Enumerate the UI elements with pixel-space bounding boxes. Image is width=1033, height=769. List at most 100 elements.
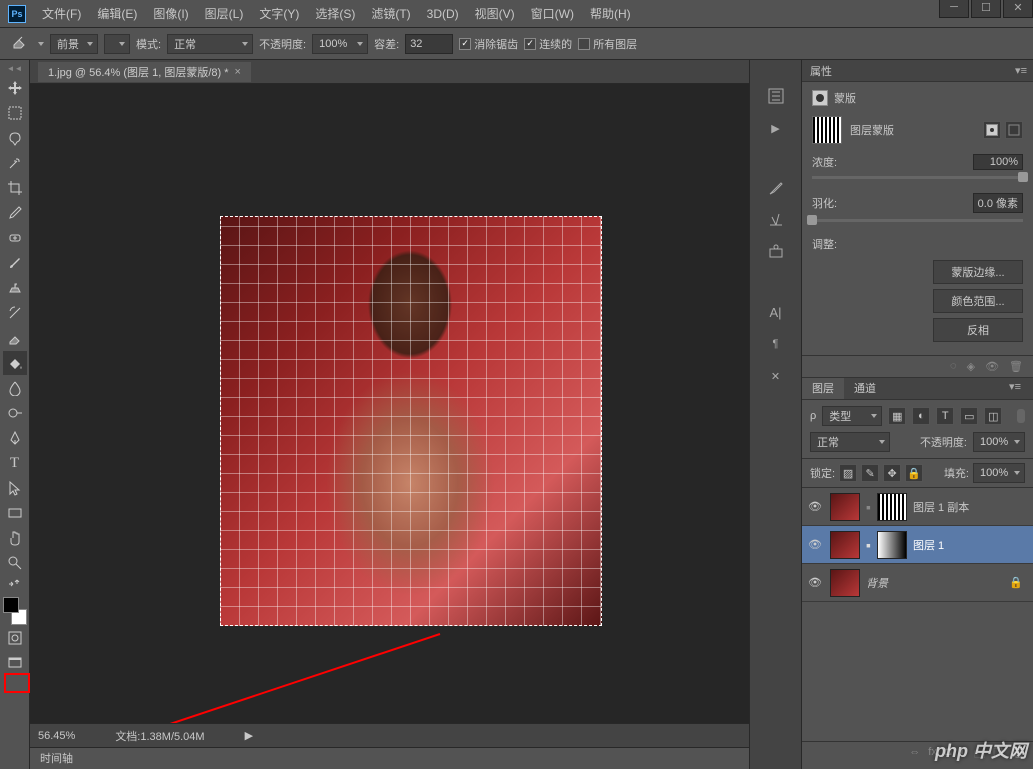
healing-brush-tool[interactable] <box>3 226 27 250</box>
mask-edge-button[interactable]: 蒙版边缘... <box>933 260 1023 284</box>
all-layers-checkbox[interactable]: 所有图层 <box>578 36 637 52</box>
menu-view[interactable]: 视图(V) <box>467 1 523 26</box>
apply-mask-icon[interactable]: ◈ <box>967 360 975 373</box>
panel-menu-icon[interactable]: ▾≡ <box>1015 64 1027 77</box>
type-tool[interactable]: T <box>3 451 27 475</box>
zoom-level[interactable]: 56.45% <box>38 730 75 742</box>
menu-type[interactable]: 文字(Y) <box>251 1 307 26</box>
layers-panel-menu-icon[interactable]: ▾≡ <box>1003 378 1027 395</box>
layer-mask-thumbnail[interactable] <box>877 493 907 521</box>
pen-tool[interactable] <box>3 426 27 450</box>
status-arrow-icon[interactable]: ▶ <box>245 729 253 742</box>
layer-item-copy[interactable]: 👁 ▪ 图层 1 副本 <box>802 488 1033 526</box>
feather-value[interactable]: 0.0 像素 <box>973 193 1023 213</box>
density-slider[interactable] <box>812 176 1023 179</box>
fill-input[interactable]: 100% <box>973 463 1025 483</box>
move-tool[interactable] <box>3 76 27 100</box>
lock-position-icon[interactable]: ✥ <box>883 464 901 482</box>
layer-thumbnail[interactable] <box>830 569 860 597</box>
contiguous-checkbox[interactable]: ✓连续的 <box>524 36 572 52</box>
character-panel-icon[interactable]: A| <box>764 300 788 324</box>
load-selection-icon[interactable]: ◌ <box>950 360 957 373</box>
menu-filter[interactable]: 滤镜(T) <box>363 1 418 26</box>
vector-mask-button[interactable] <box>1005 121 1023 139</box>
swap-colors-icon[interactable] <box>3 576 27 592</box>
foreground-color[interactable] <box>3 597 19 613</box>
lock-transparent-icon[interactable]: ▨ <box>839 464 857 482</box>
menu-window[interactable]: 窗口(W) <box>523 1 582 26</box>
menu-file[interactable]: 文件(F) <box>34 1 89 26</box>
magic-wand-tool[interactable] <box>3 151 27 175</box>
timeline-panel-tab[interactable]: 时间轴 <box>30 747 749 769</box>
properties-panel-header[interactable]: 属性 ▾≡ <box>802 60 1033 82</box>
delete-mask-icon[interactable]: 🗑 <box>1009 360 1023 373</box>
opacity-input[interactable]: 100% <box>312 34 368 54</box>
close-document-icon[interactable]: × <box>235 66 241 78</box>
layer-filter-select[interactable]: 类型 <box>822 406 882 426</box>
zoom-tool[interactable] <box>3 551 27 575</box>
clone-source-icon[interactable] <box>764 240 788 264</box>
document-tab[interactable]: 1.jpg @ 56.4% (图层 1, 图层蒙版/8) * × <box>38 62 251 82</box>
blur-tool[interactable] <box>3 376 27 400</box>
current-tool-icon[interactable] <box>8 32 32 56</box>
quick-mask-toggle[interactable] <box>3 626 27 650</box>
tab-layers[interactable]: 图层 <box>802 378 844 399</box>
layer-blend-select[interactable]: 正常 <box>810 432 890 452</box>
marquee-tool[interactable] <box>3 101 27 125</box>
layer-thumbnail[interactable] <box>830 493 860 521</box>
blend-mode-select[interactable]: 正常 <box>167 34 253 54</box>
rectangle-tool[interactable] <box>3 501 27 525</box>
layer-name[interactable]: 背景 <box>866 575 888 591</box>
layer-item-bg[interactable]: 👁 背景 🔒 <box>802 564 1033 602</box>
close-button[interactable]: ✕ <box>1003 0 1033 18</box>
lasso-tool[interactable] <box>3 126 27 150</box>
maximize-button[interactable]: ☐ <box>971 0 1001 18</box>
color-range-button[interactable]: 颜色范围... <box>933 289 1023 313</box>
minimize-button[interactable]: ─ <box>939 0 969 18</box>
layer-name[interactable]: 图层 1 副本 <box>913 499 969 515</box>
layer-mask-thumbnail[interactable] <box>877 531 907 559</box>
brush-presets-icon[interactable] <box>764 208 788 232</box>
link-layers-icon[interactable]: ⇔ <box>909 746 920 765</box>
canvas-viewport[interactable] <box>30 84 749 723</box>
menu-select[interactable]: 选择(S) <box>307 1 363 26</box>
layer-name[interactable]: 图层 1 <box>913 537 944 553</box>
filter-pixel-icon[interactable]: ▦ <box>888 407 906 425</box>
visibility-icon[interactable]: 👁 <box>806 500 824 513</box>
menu-3d[interactable]: 3D(D) <box>419 3 467 25</box>
filter-shape-icon[interactable]: ▭ <box>960 407 978 425</box>
hand-tool[interactable] <box>3 526 27 550</box>
menu-layer[interactable]: 图层(L) <box>197 1 252 26</box>
menu-help[interactable]: 帮助(H) <box>582 1 639 26</box>
filter-adjust-icon[interactable]: ◐ <box>912 407 930 425</box>
color-swatches[interactable] <box>3 597 27 625</box>
brush-tool[interactable] <box>3 251 27 275</box>
brush-panel-icon[interactable] <box>764 176 788 200</box>
filter-type-icon[interactable]: T <box>936 407 954 425</box>
layer-opacity-input[interactable]: 100% <box>973 432 1025 452</box>
filter-toggle[interactable] <box>1017 409 1025 423</box>
dodge-tool[interactable] <box>3 401 27 425</box>
lock-pixels-icon[interactable]: ✎ <box>861 464 879 482</box>
clone-stamp-tool[interactable] <box>3 276 27 300</box>
eyedropper-tool[interactable] <box>3 201 27 225</box>
visibility-icon[interactable]: 👁 <box>806 538 824 551</box>
eraser-tool[interactable] <box>3 326 27 350</box>
crop-tool[interactable] <box>3 176 27 200</box>
layer-thumbnail[interactable] <box>830 531 860 559</box>
toggle-mask-icon[interactable]: 👁 <box>985 360 999 373</box>
actions-panel-icon[interactable]: ▶ <box>764 116 788 140</box>
fill-target-select[interactable]: 前景 <box>50 34 98 54</box>
paint-bucket-tool[interactable] <box>3 351 27 375</box>
paragraph-panel-icon[interactable]: ¶ <box>764 332 788 356</box>
feather-slider[interactable] <box>812 219 1023 222</box>
density-value[interactable]: 100% <box>973 154 1023 170</box>
screen-mode-toggle[interactable] <box>3 651 27 675</box>
canvas-image[interactable] <box>220 216 602 626</box>
tolerance-input[interactable]: 32 <box>405 34 453 54</box>
menu-image[interactable]: 图像(I) <box>145 1 196 26</box>
antialias-checkbox[interactable]: ✓消除锯齿 <box>459 36 518 52</box>
tool-presets-icon[interactable]: ✕ <box>764 364 788 388</box>
menu-edit[interactable]: 编辑(E) <box>89 1 145 26</box>
filter-smart-icon[interactable]: ◫ <box>984 407 1002 425</box>
